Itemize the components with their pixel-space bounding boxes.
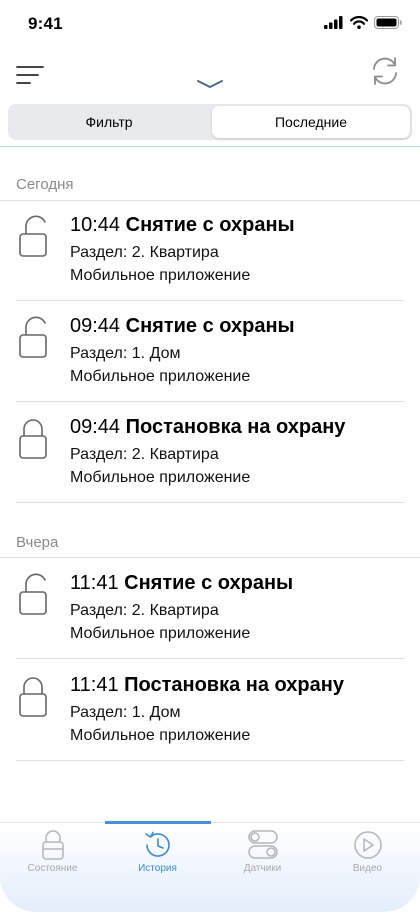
event-source: Мобильное приложение xyxy=(70,368,251,385)
event-action: Снятие с охраны xyxy=(125,315,295,337)
locked-padlock-icon xyxy=(19,419,47,459)
lock-status-icon xyxy=(41,830,64,860)
row-divider xyxy=(16,502,404,503)
toolbar xyxy=(0,48,420,100)
event-time: 09:44 xyxy=(70,315,121,337)
battery-icon xyxy=(374,16,402,29)
active-tab-indicator xyxy=(105,821,211,824)
status-bar: 9:41 xyxy=(0,0,420,48)
event-action: Снятие с охраны xyxy=(124,572,294,594)
tab-label: Видео xyxy=(352,863,383,874)
row-divider xyxy=(16,401,404,402)
status-time: 9:41 xyxy=(28,14,63,33)
divider xyxy=(0,146,420,147)
event-title: 09:44 Снятие с охраны xyxy=(70,315,295,338)
event-partition: Раздел: 2. Квартира xyxy=(70,244,219,261)
locked-padlock-icon xyxy=(19,677,47,717)
tab-label: Датчики xyxy=(243,863,282,874)
history-clock-icon xyxy=(144,831,170,857)
event-row[interactable]: 09:44 Снятие с охраны Раздел: 1. Дом Моб… xyxy=(0,302,420,402)
tab-history[interactable]: История xyxy=(105,829,210,881)
event-title: 11:41 Постановка на охрану xyxy=(70,674,344,697)
sensors-toggle-icon xyxy=(247,830,278,859)
event-time: 11:41 xyxy=(70,674,119,696)
bottom-tab-bar: Состояние История Датчики Видео xyxy=(0,821,420,912)
tab-sensors[interactable]: Датчики xyxy=(210,829,315,881)
event-source: Мобильное приложение xyxy=(70,727,251,744)
event-action: Постановка на охрану xyxy=(125,416,346,438)
row-divider xyxy=(16,658,404,659)
event-row[interactable]: 11:41 Постановка на охрану Раздел: 1. До… xyxy=(0,661,420,761)
event-action: Постановка на охрану xyxy=(124,674,344,696)
event-title: 11:41 Снятие с охраны xyxy=(70,572,293,595)
tab-label: История xyxy=(138,863,177,874)
section-divider xyxy=(0,557,420,558)
unlocked-padlock-icon xyxy=(19,316,47,358)
tab-label: Состояние xyxy=(27,863,78,874)
event-time: 11:41 xyxy=(70,572,119,594)
refresh-button[interactable] xyxy=(368,54,402,88)
chevron-down-icon[interactable] xyxy=(196,78,224,92)
refresh-icon xyxy=(373,57,397,85)
event-source: Мобильное приложение xyxy=(70,469,251,486)
event-time: 09:44 xyxy=(70,416,121,438)
status-icons xyxy=(324,16,402,29)
event-partition: Раздел: 1. Дом xyxy=(70,345,181,362)
segmented-control: Фильтр Последние xyxy=(8,104,412,140)
menu-button[interactable] xyxy=(16,62,44,86)
unlocked-padlock-icon xyxy=(19,573,47,615)
event-partition: Раздел: 2. Квартира xyxy=(70,446,219,463)
recent-tab[interactable]: Последние xyxy=(212,106,410,138)
event-partition: Раздел: 2. Квартира xyxy=(70,602,219,619)
tab-status[interactable]: Состояние xyxy=(0,829,105,881)
tab-video[interactable]: Видео xyxy=(315,829,420,881)
event-title: 09:44 Постановка на охрану xyxy=(70,416,345,439)
event-partition: Раздел: 1. Дом xyxy=(70,704,181,721)
event-row[interactable]: 10:44 Снятие с охраны Раздел: 2. Квартир… xyxy=(0,201,420,301)
section-header-today: Сегодня xyxy=(16,176,74,193)
wifi-icon xyxy=(350,16,368,29)
event-row[interactable]: 11:41 Снятие с охраны Раздел: 2. Квартир… xyxy=(0,559,420,659)
event-time: 10:44 xyxy=(70,214,121,236)
section-header-yesterday: Вчера xyxy=(16,534,59,551)
event-row[interactable]: 09:44 Постановка на охрану Раздел: 2. Кв… xyxy=(0,403,420,503)
event-source: Мобильное приложение xyxy=(70,625,251,642)
signal-icon xyxy=(324,16,343,29)
event-title: 10:44 Снятие с охраны xyxy=(70,214,295,237)
event-action: Снятие с охраны xyxy=(125,214,295,236)
hamburger-menu-icon xyxy=(16,66,44,84)
video-play-icon xyxy=(353,831,382,859)
unlocked-padlock-icon xyxy=(19,215,47,257)
row-divider xyxy=(16,760,404,761)
event-source: Мобильное приложение xyxy=(70,267,251,284)
filter-tab[interactable]: Фильтр xyxy=(10,106,208,138)
row-divider xyxy=(16,300,404,301)
